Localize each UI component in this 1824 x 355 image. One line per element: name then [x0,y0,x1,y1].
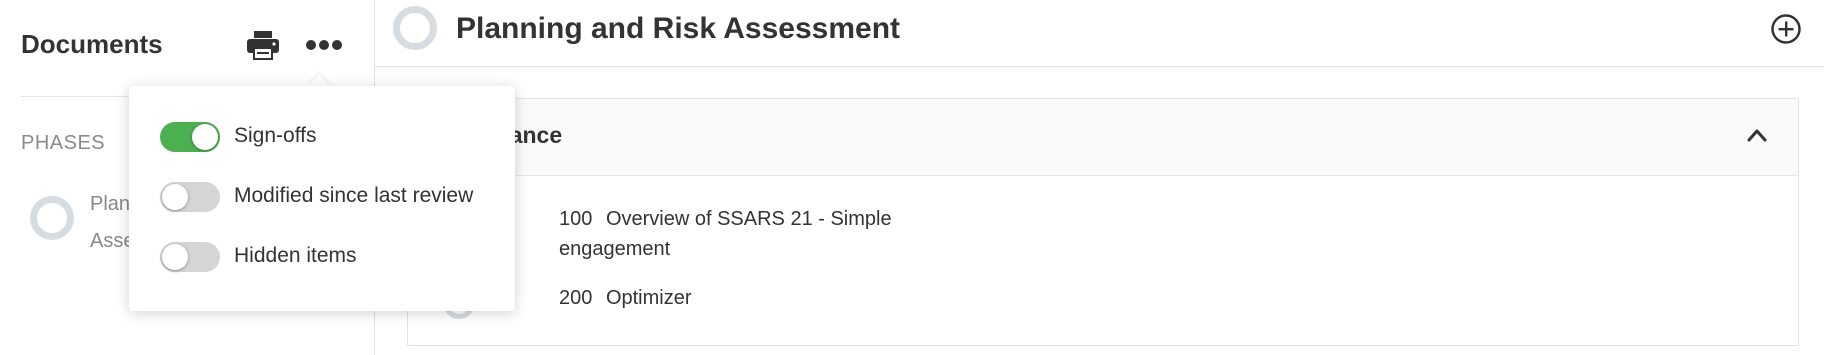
toggle-knob [162,244,188,270]
plus-circle-icon[interactable] [1770,13,1802,45]
printer-icon[interactable] [246,30,280,60]
toggle-knob [162,184,188,210]
document-number: 200 [559,287,593,309]
document-title[interactable]: Optimizer [606,287,692,309]
phases-heading: PHASES [21,132,106,154]
option-label: Sign-offs [234,124,317,147]
modified-since-last-review-toggle[interactable] [160,182,220,212]
document-text: 100 Overview of SSARS 21 - Simple engage… [559,204,919,264]
phase-status-ring-icon [30,196,74,240]
phase-header: Planning and Risk Assessment [375,0,1824,67]
document-text: 200 Optimizer [559,283,919,313]
more-horizontal-icon[interactable] [304,35,344,55]
section-header[interactable]: Acceptance [408,99,1798,176]
chevron-up-icon[interactable] [1746,127,1768,143]
document-title[interactable]: Overview of SSARS 21 - Simple engagement [559,208,892,260]
page-title: Planning and Risk Assessment [456,12,901,45]
option-label: Hidden items [234,244,357,267]
main-content: Planning and Risk Assessment Acceptance … [375,0,1824,355]
sign-offs-toggle[interactable] [160,122,220,152]
phase-status-ring-icon [393,6,437,50]
document-number: 100 [559,208,593,230]
toggle-knob [192,124,218,150]
view-options-popover: Sign-offs Modified since last review Hid… [129,86,515,311]
section-card: Acceptance 100 Overview of SSARS 21 - Si… [407,98,1799,346]
sidebar-title: Documents [21,29,163,59]
option-label: Modified since last review [234,184,474,207]
hidden-items-toggle[interactable] [160,242,220,272]
